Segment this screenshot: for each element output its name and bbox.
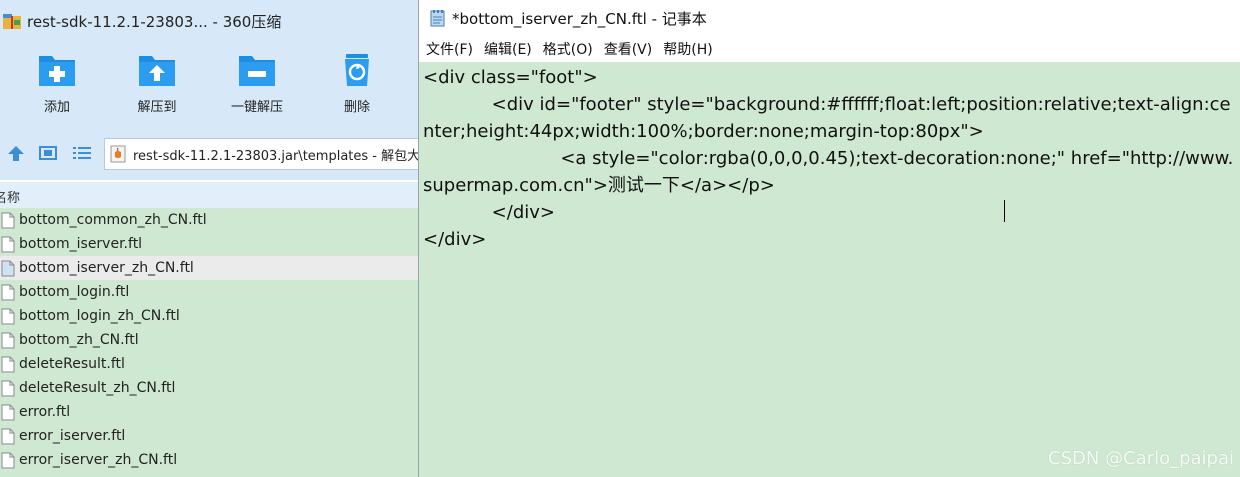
file-name: bottom_iserver.ftl (19, 236, 143, 252)
notepad-menu-bar: 文件(F) 编辑(E) 格式(O) 查看(V) 帮助(H) (419, 36, 1240, 62)
file-icon (1, 236, 15, 252)
add-button-label: 添加 (43, 100, 70, 115)
file-name: error_iserver.ftl (19, 428, 126, 444)
watermark: CSDN @Carlo_paipai (1048, 448, 1234, 469)
file-row[interactable]: bottom_zh_CN.ftl (0, 328, 418, 352)
file-name: bottom_zh_CN.ftl (19, 332, 139, 348)
file-icon (1, 404, 15, 420)
file-row[interactable]: bottom_login.ftl (0, 280, 418, 304)
file-name: bottom_common_zh_CN.ftl (19, 212, 207, 228)
file-row[interactable]: bottom_iserver.ftl (0, 232, 418, 256)
file-icon (1, 428, 15, 444)
file-icon (1, 356, 15, 372)
column-header-name[interactable]: 名称 (0, 187, 20, 206)
menu-format[interactable]: 格式(O) (543, 39, 593, 59)
archive-title-bar[interactable]: rest-sdk-11.2.1-23803... - 360压缩 (0, 0, 418, 42)
menu-edit[interactable]: 编辑(E) (484, 39, 532, 59)
file-name: bottom_iserver_zh_CN.ftl (19, 260, 194, 276)
archive-toolbar: 添加 解压到 一键解压 删除 (0, 42, 418, 130)
delete-icon (345, 54, 369, 86)
file-row[interactable]: error_iserver.ftl (0, 424, 418, 448)
list-view-icon[interactable] (72, 144, 92, 162)
file-list-header: 名称 (0, 182, 418, 209)
file-row[interactable]: bottom_common_zh_CN.ftl (0, 208, 418, 232)
one-click-extract-button[interactable]: 一键解压 (217, 50, 297, 122)
extract-to-icon (139, 56, 175, 86)
file-name: deleteResult_zh_CN.ftl (19, 380, 176, 396)
text-caret (1004, 200, 1005, 222)
file-icon (1, 452, 15, 468)
one-click-extract-button-label: 一键解压 (230, 100, 283, 115)
add-button[interactable]: 添加 (17, 50, 97, 122)
menu-file[interactable]: 文件(F) (426, 39, 473, 59)
notepad-text-area[interactable]: <div class="foot"> <div id="footer" styl… (419, 62, 1240, 477)
file-row[interactable]: deleteResult_zh_CN.ftl (0, 376, 418, 400)
file-row[interactable]: error_iserver_zh_CN.ftl (0, 448, 418, 472)
notepad-title-bar[interactable]: *bottom_iserver_zh_CN.ftl - 记事本 (419, 0, 1240, 36)
file-row[interactable]: bottom_iserver_zh_CN.ftl (0, 256, 418, 280)
file-row[interactable]: bottom_login_zh_CN.ftl (0, 304, 418, 328)
file-icon (1, 212, 15, 228)
file-name: error.ftl (19, 404, 71, 420)
editor-content[interactable]: <div class="foot"> <div id="footer" styl… (423, 64, 1239, 253)
archive-window-title: rest-sdk-11.2.1-23803... - 360压缩 (27, 12, 282, 31)
one-click-extract-icon (239, 56, 275, 86)
file-row[interactable]: deleteResult.ftl (0, 352, 418, 376)
archive-window: rest-sdk-11.2.1-23803... - 360压缩 添加 解压到 (0, 0, 418, 477)
file-list: bottom_common_zh_CN.ftl bottom_iserver.ft… (0, 208, 418, 477)
file-icon (1, 308, 15, 324)
file-icon (1, 260, 15, 276)
file-icon (1, 284, 15, 300)
file-name: bottom_login.ftl (19, 284, 130, 300)
extract-to-button[interactable]: 解压到 (117, 50, 197, 122)
archive-navigation-bar: rest-sdk-11.2.1-23803.jar\templates - 解包… (0, 130, 418, 180)
file-icon (1, 332, 15, 348)
add-icon (39, 56, 75, 86)
menu-help[interactable]: 帮助(H) (663, 39, 712, 59)
file-name: error_iserver_zh_CN.ftl (19, 452, 178, 468)
notepad-app-icon (430, 10, 445, 27)
address-bar[interactable]: rest-sdk-11.2.1-23803.jar\templates - 解包… (104, 138, 418, 170)
menu-view[interactable]: 查看(V) (604, 39, 653, 59)
file-icon (1, 380, 15, 396)
thumbnail-view-icon[interactable] (38, 144, 58, 162)
up-arrow-icon[interactable] (6, 144, 26, 162)
delete-button[interactable]: 删除 (317, 50, 397, 122)
address-path: rest-sdk-11.2.1-23803.jar\templates - 解包… (133, 148, 418, 164)
notepad-window: *bottom_iserver_zh_CN.ftl - 记事本 文件(F) 编辑… (418, 0, 1240, 477)
java-jar-icon (110, 145, 126, 163)
file-name: bottom_login_zh_CN.ftl (19, 308, 180, 324)
file-row[interactable]: error.ftl (0, 400, 418, 424)
extract-to-button-label: 解压到 (137, 100, 177, 115)
delete-button-label: 删除 (343, 100, 370, 115)
notepad-window-title: *bottom_iserver_zh_CN.ftl - 记事本 (452, 9, 707, 28)
file-name: deleteResult.ftl (19, 356, 125, 372)
archive-app-icon (3, 14, 21, 29)
